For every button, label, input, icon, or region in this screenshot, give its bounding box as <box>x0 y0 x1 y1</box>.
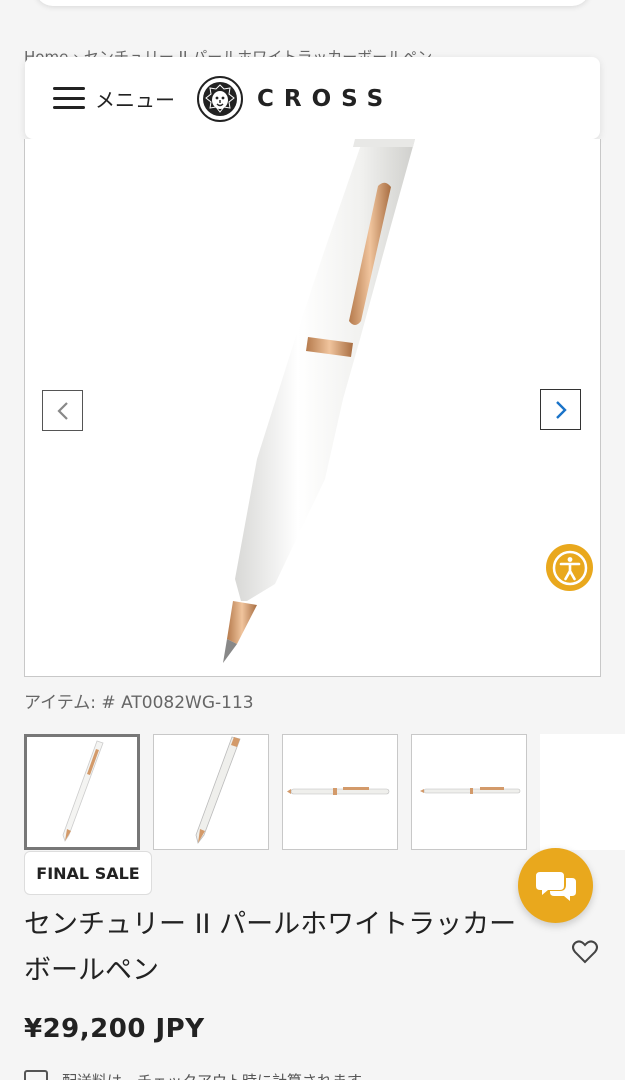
thumbnail-5[interactable] <box>540 734 625 850</box>
product-price: ¥29,200 JPY <box>24 1014 205 1044</box>
item-number: アイテム: # AT0082WG-113 <box>24 693 254 713</box>
product-title: センチュリー II パールホワイトラッカーボールペン <box>24 909 517 986</box>
top-search-pill[interactable] <box>35 0 590 6</box>
list-icon <box>24 1070 48 1080</box>
menu-label: メニュー <box>95 87 175 112</box>
thumbnail-strip <box>24 734 625 850</box>
thumbnail-1[interactable] <box>24 734 140 850</box>
thumbnail-4[interactable] <box>411 734 527 850</box>
next-image-button[interactable] <box>540 389 581 430</box>
chevron-left-icon <box>56 401 68 420</box>
chat-bubbles-icon <box>535 871 576 901</box>
cross-logo[interactable]: CROSS <box>197 75 393 123</box>
chevron-right-icon <box>555 400 567 419</box>
accessibility-button[interactable] <box>546 544 593 591</box>
accessibility-icon <box>552 550 587 585</box>
heart-icon[interactable] <box>571 938 599 966</box>
lion-icon <box>197 76 243 122</box>
product-image-carousel[interactable] <box>24 139 601 677</box>
previous-image-button[interactable] <box>42 390 83 431</box>
site-header: メニュー CROSS <box>25 57 600 139</box>
brand-name: CROSS <box>257 86 394 112</box>
shipping-note: 配送料は、チェックアウト時に計算されます。 <box>24 1070 584 1080</box>
thumbnail-2[interactable] <box>153 734 269 850</box>
final-sale-badge: FINAL SALE <box>24 851 152 895</box>
thumbnail-3[interactable] <box>282 734 398 850</box>
menu-button[interactable]: メニュー <box>53 83 175 113</box>
shipping-text: 配送料は、チェックアウト時に計算されます。 <box>62 1070 376 1080</box>
pen-image <box>223 139 415 663</box>
hamburger-icon <box>53 87 85 109</box>
